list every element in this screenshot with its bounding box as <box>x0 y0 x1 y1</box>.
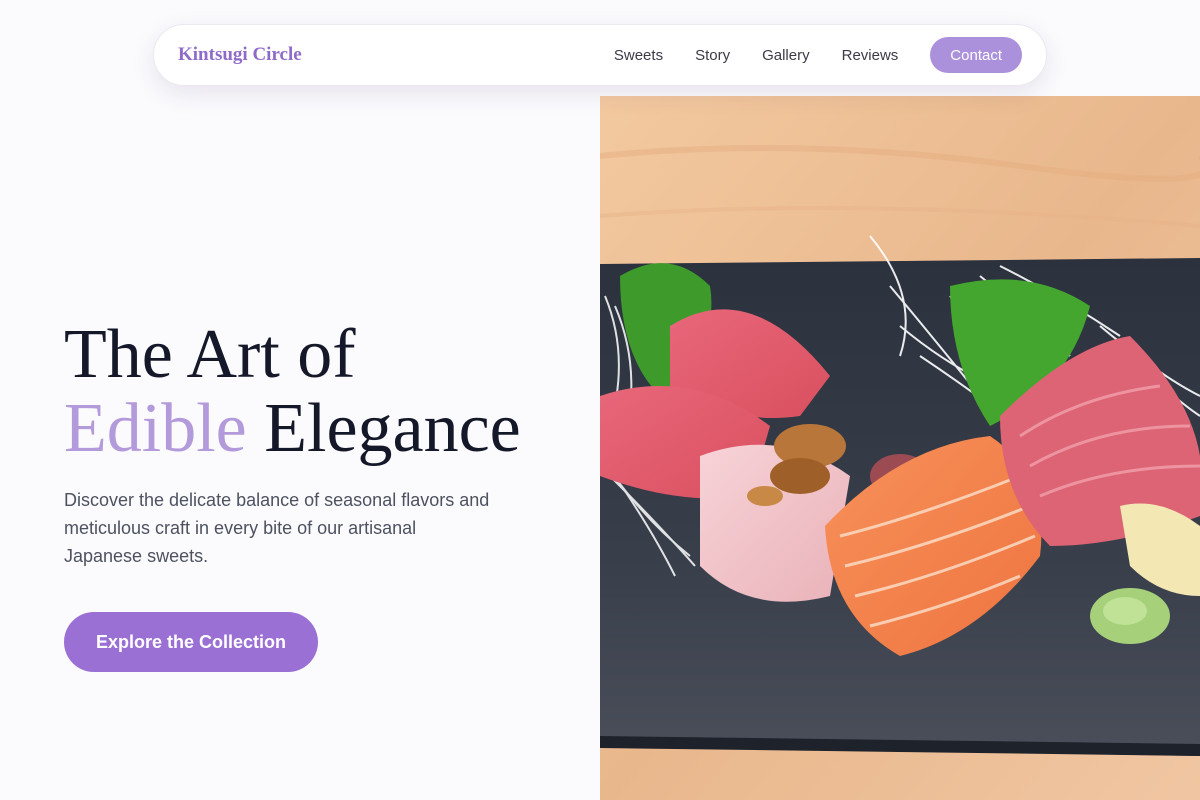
hero-description: Discover the delicate balance of seasona… <box>64 490 490 566</box>
hero-title-accent: Edible <box>64 390 247 467</box>
nav-links: Sweets Story Gallery Reviews Contact <box>614 37 1022 73</box>
nav-link-reviews[interactable]: Reviews <box>842 47 899 64</box>
hero-section: The Art of Edible Elegance Discover the … <box>64 318 584 672</box>
explore-collection-button[interactable]: Explore the Collection <box>64 612 318 672</box>
sashimi-photo <box>600 96 1200 800</box>
landing-page: Kintsugi Circle Sweets Story Gallery Rev… <box>0 0 1200 800</box>
nav-link-story[interactable]: Story <box>695 47 730 64</box>
contact-button[interactable]: Contact <box>930 37 1022 73</box>
hero-title-line1: The Art of <box>64 316 356 393</box>
nav-link-gallery[interactable]: Gallery <box>762 47 810 64</box>
hero-title: The Art of Edible Elegance <box>64 318 584 466</box>
top-nav: Kintsugi Circle Sweets Story Gallery Rev… <box>153 24 1047 86</box>
hero-title-rest: Elegance <box>264 390 521 467</box>
nav-link-sweets[interactable]: Sweets <box>614 47 663 64</box>
brand-logo[interactable]: Kintsugi Circle <box>178 44 302 66</box>
